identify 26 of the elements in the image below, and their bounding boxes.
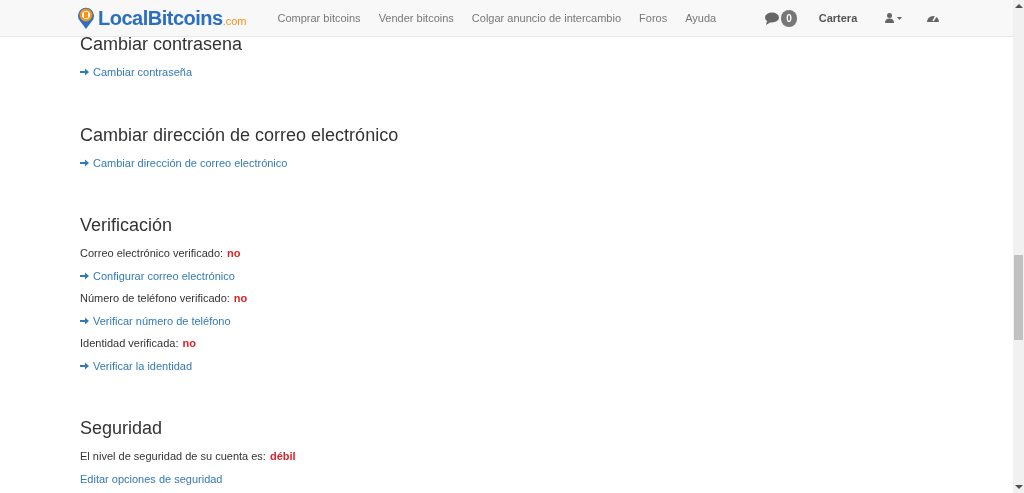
nav-link[interactable]: Vender bitcoins — [369, 9, 463, 27]
section-heading: Cambiar dirección de correo electrónico — [80, 123, 400, 146]
nav-link[interactable]: Foros — [630, 9, 677, 27]
status-label: Número de teléfono verificado: — [80, 291, 230, 306]
status-label: Identidad verificada: — [80, 336, 179, 351]
status-value: débil — [269, 449, 296, 464]
section-heading: Cambiar contrasena — [80, 33, 244, 55]
link[interactable]: Verificar la identidad — [80, 357, 193, 374]
nav-link[interactable]: Comprar bitcoins — [268, 9, 370, 27]
status-value: no — [227, 246, 241, 261]
nav-link[interactable]: Ayuda — [676, 9, 726, 27]
wallet-link[interactable]: Cartera — [818, 9, 858, 27]
message-count-badge[interactable]: 0 — [781, 9, 797, 27]
link[interactable]: Configurar correo electrónico — [80, 267, 235, 284]
link[interactable]: Verificar número de teléfono — [80, 312, 231, 329]
status-label: Correo electrónico verificado: — [80, 246, 224, 261]
link[interactable]: Cambiar dirección de correo electrónico — [80, 154, 288, 171]
section-heading: Seguridad — [80, 417, 164, 439]
link[interactable]: Editar opciones de seguridad — [80, 470, 223, 487]
nav-link[interactable]: Colgar anuncio de intercambio — [462, 9, 631, 27]
status-label: El nivel de seguridad de su cuenta es: — [80, 449, 266, 464]
section-heading: Verificación — [80, 214, 174, 236]
link[interactable]: Cambiar contraseña — [80, 64, 193, 81]
status-value: no — [233, 291, 248, 306]
logo-text[interactable]: LocalBitcoins.com — [98, 3, 247, 33]
status-value: no — [182, 336, 196, 351]
